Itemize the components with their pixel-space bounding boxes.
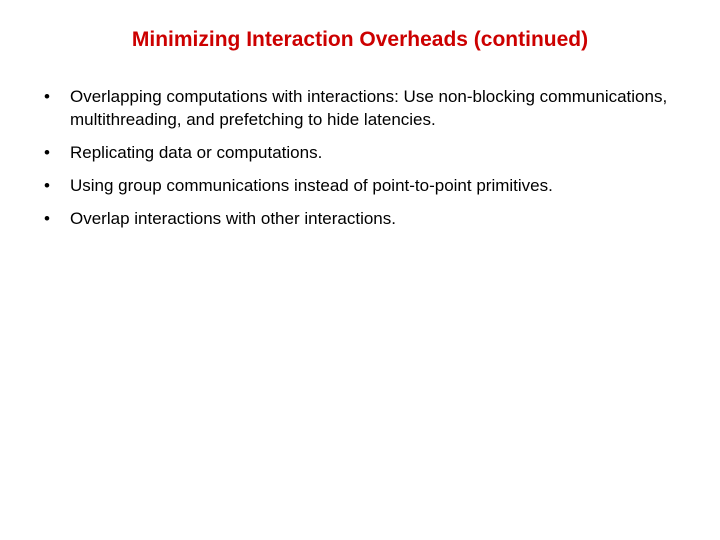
bullet-text: Overlapping computations with interactio… — [70, 86, 690, 132]
bullet-icon: • — [44, 175, 70, 198]
bullet-list: • Overlapping computations with interact… — [30, 86, 690, 231]
bullet-text: Overlap interactions with other interact… — [70, 208, 690, 231]
list-item: • Using group communications instead of … — [44, 175, 690, 198]
list-item: • Overlap interactions with other intera… — [44, 208, 690, 231]
list-item: • Overlapping computations with interact… — [44, 86, 690, 132]
bullet-text: Using group communications instead of po… — [70, 175, 690, 198]
bullet-icon: • — [44, 208, 70, 231]
list-item: • Replicating data or computations. — [44, 142, 690, 165]
bullet-icon: • — [44, 142, 70, 165]
bullet-text: Replicating data or computations. — [70, 142, 690, 165]
bullet-icon: • — [44, 86, 70, 109]
slide-title: Minimizing Interaction Overheads (contin… — [30, 28, 690, 52]
